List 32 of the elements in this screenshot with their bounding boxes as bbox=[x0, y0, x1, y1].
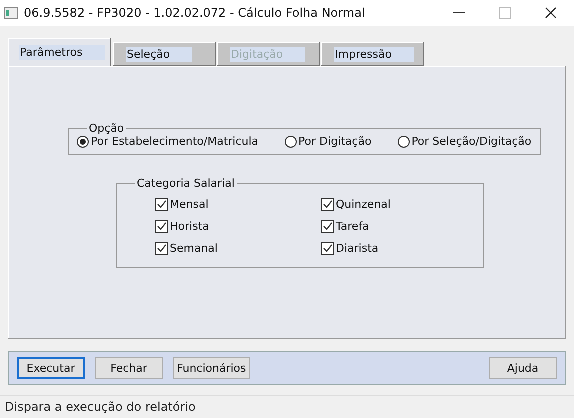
checkbox-label: Horista bbox=[170, 220, 210, 233]
checkbox[interactable] bbox=[321, 242, 334, 255]
tab[interactable]: Seleção bbox=[113, 42, 216, 66]
group-title: Opção bbox=[88, 122, 126, 135]
app-icon bbox=[4, 7, 18, 19]
tab[interactable]: Parâmetros bbox=[8, 38, 111, 66]
checkbox[interactable] bbox=[155, 198, 168, 211]
checkbox[interactable] bbox=[321, 198, 334, 211]
checkbox-label: Diarista bbox=[336, 242, 379, 255]
minimize-icon[interactable] bbox=[453, 12, 465, 14]
tab[interactable]: Impressão bbox=[321, 42, 424, 66]
close-icon[interactable] bbox=[545, 7, 557, 19]
radio-button[interactable] bbox=[284, 136, 297, 148]
checkbox-label: Semanal bbox=[170, 242, 218, 255]
action-button[interactable]: Fechar bbox=[95, 357, 163, 379]
checkbox-label: Tarefa bbox=[336, 220, 370, 233]
checkbox-label: Quinzenal bbox=[336, 198, 391, 211]
action-button[interactable]: Funcionários bbox=[173, 357, 250, 379]
help-button[interactable]: Ajuda bbox=[489, 357, 557, 379]
radio-button[interactable] bbox=[398, 136, 410, 148]
window-title: 06.9.5582 - FP3020 - 1.02.02.072 - Cálculo Folha Normal bbox=[24, 6, 366, 20]
checkbox[interactable] bbox=[155, 220, 168, 233]
radio-label: Por Digitação bbox=[298, 135, 372, 148]
radio-label: Por Seleção/Digitação bbox=[412, 135, 532, 148]
action-button[interactable]: Executar bbox=[17, 357, 85, 379]
status-bar: Dispara a execução do relatório bbox=[0, 395, 574, 418]
group-title: Categoria Salarial bbox=[136, 177, 236, 190]
checkbox[interactable] bbox=[155, 242, 168, 255]
checkbox-label: Mensal bbox=[170, 198, 209, 211]
radio-button[interactable] bbox=[77, 136, 89, 148]
radio-label: Por Estabelecimento/Matricula bbox=[91, 135, 259, 148]
checkbox[interactable] bbox=[321, 220, 334, 233]
